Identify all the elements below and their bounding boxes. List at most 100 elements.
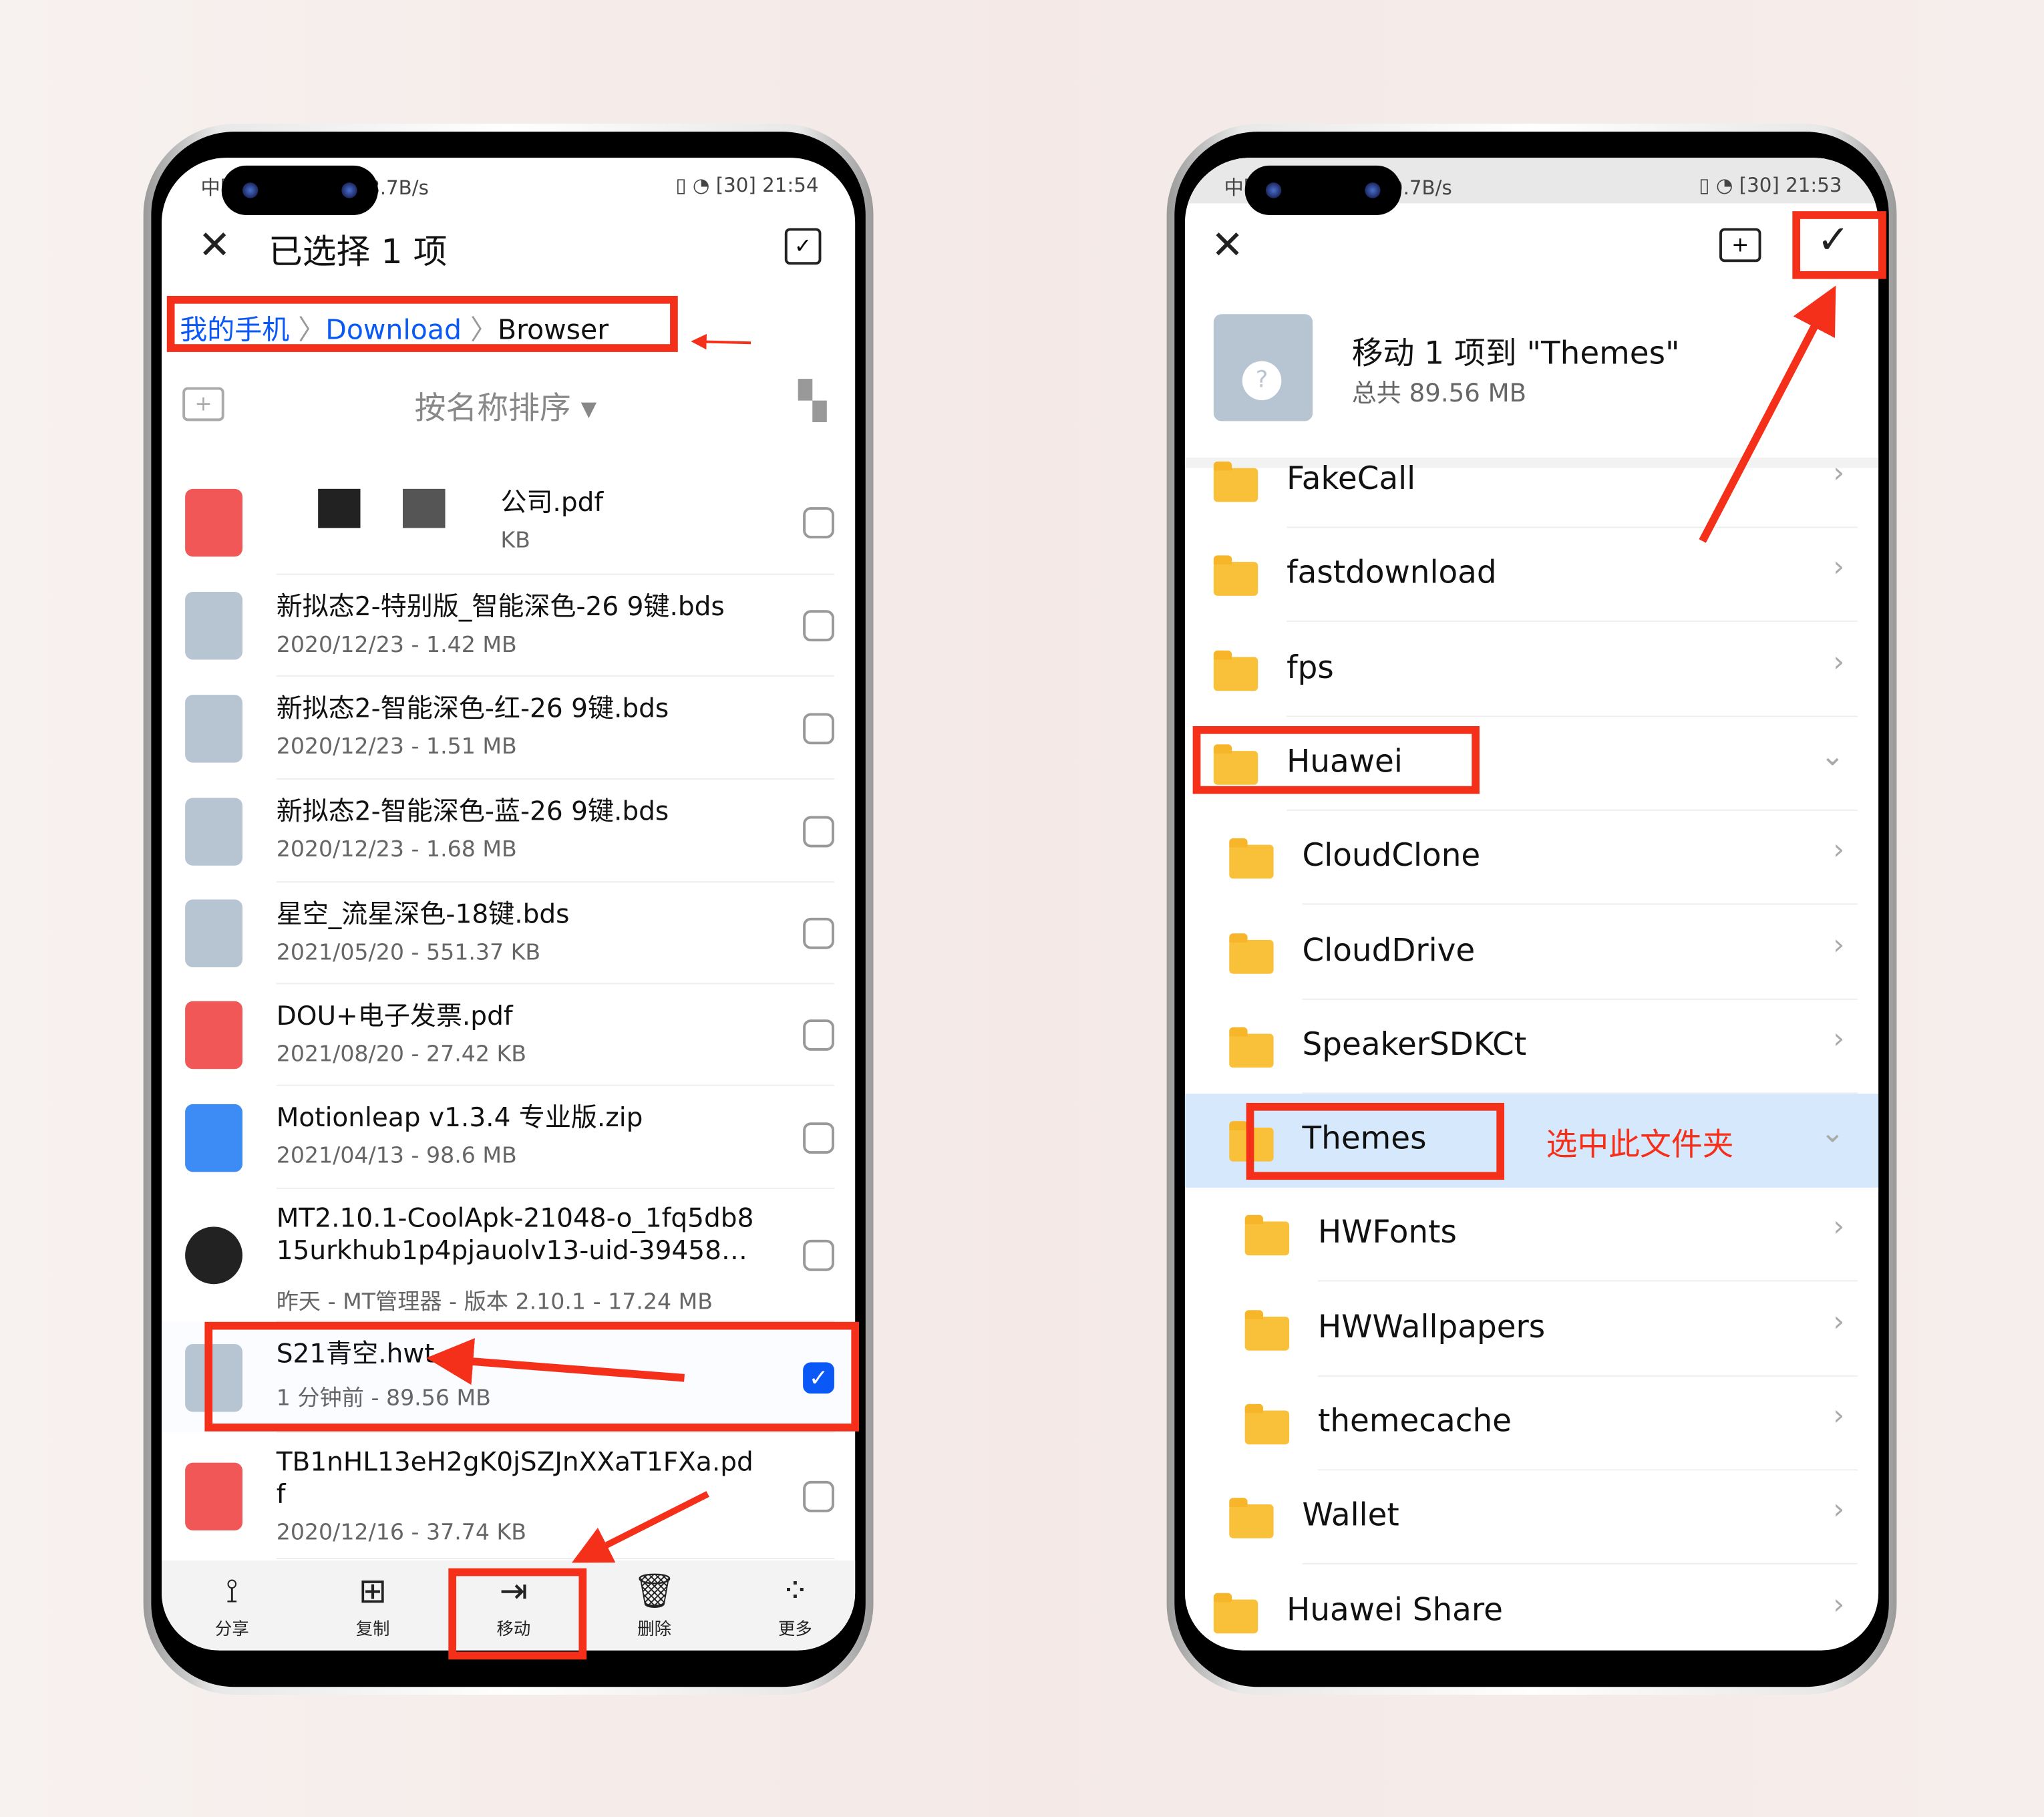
file-meta: 2020/12/23 - 1.68 MB <box>276 836 517 863</box>
file-meta: 1 分钟前 - 89.56 MB <box>276 1385 491 1412</box>
file-row[interactable]: TB1nHL13eH2gK0jSZJnXXaT1FXa.pd f 2020/12/… <box>162 1433 855 1559</box>
folder-row[interactable]: HWFonts › <box>1185 1188 1878 1283</box>
folder-row[interactable]: Huawei ⌄ <box>1185 717 1878 811</box>
sort-label: 按名称排序 <box>414 389 571 427</box>
camera-cutout <box>221 165 378 215</box>
file-meta: KB <box>500 528 530 554</box>
chevron-right-icon[interactable]: › <box>1833 1023 1844 1056</box>
folder-name: HWFonts <box>1317 1214 1457 1251</box>
folder-icon <box>1229 1121 1274 1162</box>
close-icon[interactable]: ✕ <box>198 223 231 269</box>
file-checkbox[interactable] <box>803 1122 834 1154</box>
confirm-check-button[interactable]: ✓ <box>1817 218 1850 263</box>
folder-row[interactable]: HWWallpapers › <box>1185 1283 1878 1377</box>
folder-icon <box>1213 650 1258 691</box>
chevron-right-icon[interactable]: › <box>1833 1306 1844 1339</box>
file-checkbox[interactable] <box>803 712 834 744</box>
page-title: 已选择 1 项 <box>269 233 448 273</box>
unknown-file-icon <box>185 899 242 968</box>
chevron-right-icon[interactable]: › <box>1833 1589 1844 1621</box>
file-checkbox[interactable] <box>803 507 834 538</box>
folder-icon <box>1229 933 1274 973</box>
move-dialog-screen: 中国电信 HD 5G 99.7B/s ▯ ◔ [30] 21:53 ✕ + ✓ … <box>1184 158 1879 1651</box>
pdf-file-icon <box>185 1001 242 1069</box>
file-row[interactable]: 星空_流星深色-18键.bds 2021/05/20 - 551.37 KB <box>162 882 855 985</box>
toolbar-more-button[interactable]: ⁘ 更多 <box>725 1568 855 1640</box>
file-meta: 2021/08/20 - 27.42 KB <box>276 1041 527 1068</box>
file-checkbox[interactable]: ✓ <box>803 1361 834 1393</box>
annotation-label: 选中此文件夹 <box>1546 1126 1734 1163</box>
folder-icon <box>1213 555 1258 597</box>
delete-icon: 🗑 <box>633 1572 676 1612</box>
file-row[interactable]: 新拟态2-特别版_智能深色-26 9键.bds 2020/12/23 - 1.42… <box>162 575 855 677</box>
chevron-right-icon[interactable]: › <box>1833 1494 1844 1527</box>
folder-icon <box>1244 1403 1290 1445</box>
file-checkbox[interactable] <box>803 1019 834 1051</box>
bottom-toolbar: ⟟ 分享 ⊞ 复制 ⇥ 移动 🗑 删除 ⁘ 更多 <box>161 1560 856 1651</box>
breadcrumb-my-phone[interactable]: 我的手机 <box>180 314 289 345</box>
toolbar-label: 移动 <box>496 1620 531 1640</box>
chevron-right-icon[interactable]: › <box>1833 552 1844 585</box>
chevron-right-icon[interactable]: › <box>1833 929 1844 961</box>
folder-row[interactable]: fastdownload › <box>1185 528 1878 623</box>
chevron-down-icon[interactable]: ⌄ <box>1820 1118 1844 1150</box>
file-checkbox[interactable] <box>803 917 834 949</box>
file-checkbox[interactable] <box>803 1480 834 1512</box>
file-row[interactable]: 公司.pdf KB <box>162 470 855 575</box>
folder-icon <box>1213 1592 1258 1633</box>
chevron-right-icon[interactable]: › <box>1833 458 1844 490</box>
folder-row[interactable]: CloudDrive › <box>1185 905 1878 999</box>
folder-row[interactable]: SpeakerSDKCt › <box>1185 999 1878 1094</box>
sort-dropdown[interactable]: 按名称排序 ▾ <box>415 382 597 428</box>
apk-file-icon <box>185 1226 242 1285</box>
toolbar-copy-button[interactable]: ⊞ 复制 <box>303 1568 444 1640</box>
file-row[interactable]: DOU+电子发票.pdf 2021/08/20 - 27.42 KB <box>162 984 855 1086</box>
folder-row[interactable]: fps › <box>1185 623 1878 717</box>
folder-row[interactable]: FakeCall › <box>1185 434 1878 528</box>
file-meta: 2020/12/23 - 1.42 MB <box>276 632 517 659</box>
unknown-file-icon <box>185 694 242 762</box>
file-row[interactable]: Motionleap v1.3.4 专业版.zip 2021/04/13 - 98… <box>162 1086 855 1189</box>
file-row[interactable]: 新拟态2-智能深色-红-26 9键.bds 2020/12/23 - 1.51 M… <box>162 677 855 780</box>
folder-row[interactable]: Themes ⌄ <box>1184 1094 1879 1188</box>
toolbar-label: 更多 <box>778 1620 812 1640</box>
clock: 21:54 <box>762 173 819 197</box>
file-checkbox[interactable] <box>803 1239 834 1271</box>
breadcrumb-download[interactable]: Download <box>325 314 462 345</box>
file-row[interactable]: MT2.10.1-CoolApk-21048-o_1fq5db8 15urkhu… <box>162 1189 855 1322</box>
chevron-right-icon[interactable]: › <box>1833 834 1844 867</box>
right-phone: 中国电信 HD 5G 99.7B/s ▯ ◔ [30] 21:53 ✕ + ✓ … <box>1166 124 1897 1695</box>
folder-name: fastdownload <box>1287 554 1497 591</box>
folder-row[interactable]: CloudClone › <box>1185 811 1878 905</box>
pdf-file-icon <box>185 488 242 557</box>
file-row[interactable]: S21青空.hwt 1 分钟前 - 89.56 MB ✓ <box>161 1321 856 1433</box>
chevron-right-icon[interactable]: › <box>1833 646 1844 679</box>
folder-row[interactable]: themecache › <box>1185 1377 1878 1471</box>
toolbar-share-button[interactable]: ⟟ 分享 <box>162 1568 303 1640</box>
chevron-right-icon[interactable]: › <box>1833 1400 1844 1433</box>
folder-icon <box>1244 1215 1290 1257</box>
toolbar-move-button[interactable]: ⇥ 移动 <box>444 1568 584 1640</box>
camera-cutout <box>1244 165 1401 215</box>
select-all-icon[interactable]: ✓ <box>784 228 822 265</box>
folder-row[interactable]: Huawei Share › <box>1185 1565 1878 1651</box>
grid-view-icon[interactable]: ▚ <box>798 379 826 422</box>
chevron-right-icon[interactable]: › <box>1833 1212 1844 1245</box>
new-folder-icon[interactable]: + <box>1719 228 1761 263</box>
file-checkbox[interactable] <box>803 610 834 642</box>
file-manager-screen: 中国电信 HD 5G 18.7B/s ▯ ◔ [30] 21:54 ✕ 已选择 … <box>161 158 856 1651</box>
folder-row[interactable]: Wallet › <box>1185 1471 1878 1565</box>
folder-name: Huawei <box>1287 743 1403 780</box>
file-row[interactable]: 新拟态2-智能深色-蓝-26 9键.bds 2020/12/23 - 1.68 M… <box>162 780 855 883</box>
folder-name: CloudDrive <box>1302 931 1476 968</box>
move-total-size: 总共 89.56 MB <box>1351 379 1527 408</box>
folder-icon <box>1229 838 1274 879</box>
file-name: Motionleap v1.3.4 专业版.zip <box>276 1102 643 1133</box>
new-folder-icon[interactable]: + <box>182 387 224 422</box>
file-name: S21青空.hwt <box>276 1337 435 1369</box>
file-checkbox[interactable] <box>803 815 834 847</box>
file-meta: 2020/12/23 - 1.51 MB <box>276 733 517 760</box>
close-icon[interactable]: ✕ <box>1211 223 1244 269</box>
chevron-down-icon[interactable]: ⌄ <box>1820 740 1844 773</box>
toolbar-delete-button[interactable]: 🗑 删除 <box>584 1568 725 1640</box>
